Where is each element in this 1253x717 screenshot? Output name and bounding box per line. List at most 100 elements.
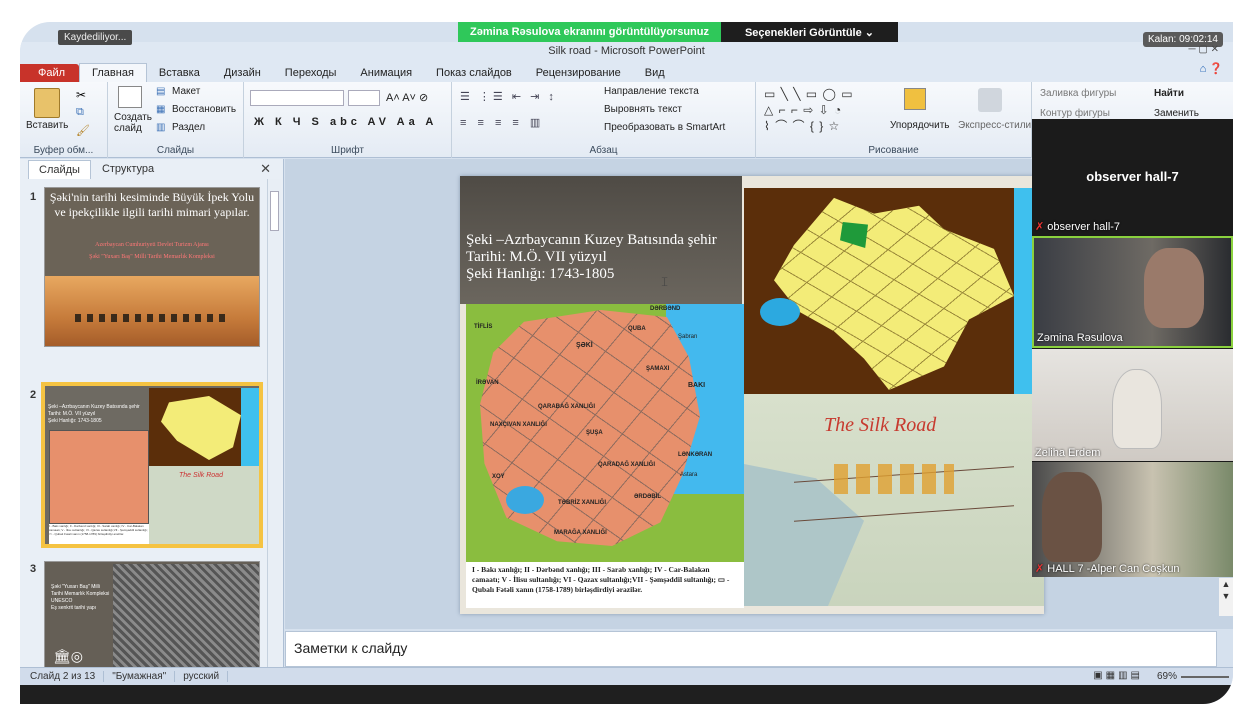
quick-styles-button[interactable]: Экспресс-стили xyxy=(958,120,1031,131)
slide-thumb-3[interactable]: Şəki "Yuxarı Baş" Milli Tarihi Memarlık … xyxy=(44,561,260,667)
view-buttons[interactable]: ▣▦▥▤ xyxy=(1093,670,1143,681)
layout-icon: ▤ xyxy=(156,86,166,97)
new-slide-button[interactable]: Создать слайд xyxy=(114,112,154,134)
video-scroll-control[interactable]: ▲ ▼ xyxy=(1219,578,1233,616)
font-size-select[interactable] xyxy=(348,90,380,106)
shape-fill-button[interactable]: Заливка фигуры xyxy=(1040,88,1116,99)
slides-group-label: Слайды xyxy=(156,145,195,156)
share-status-text: Zəmina Rəsulova ekranını görüntülüyorsun… xyxy=(458,22,721,42)
section-icon: ▥ xyxy=(156,122,166,133)
tab-slideshow[interactable]: Показ слайдов xyxy=(424,64,524,82)
slide-text-block[interactable]: Şeki –Azrbaycanın Kuzey Batısında şehir … xyxy=(466,232,717,283)
label-qaradag: QARADAĞ XANLIĞI xyxy=(598,462,655,468)
video-tile-alper[interactable]: ✗ HALL 7 -Alper Can Coşkun xyxy=(1032,462,1233,577)
video-tile-observer[interactable]: observer hall-7 ✗ observer hall-7 xyxy=(1032,119,1233,235)
window-title: Silk road - Microsoft PowerPoint xyxy=(20,42,1233,60)
paste-icon[interactable] xyxy=(34,88,60,118)
label-quba: QUBA xyxy=(628,326,646,332)
label-maraga: MARAĞA XANLIĞI xyxy=(554,530,607,536)
slide2-thumb-az-shape xyxy=(161,396,241,460)
slide-number-3: 3 xyxy=(30,563,37,575)
help-icon[interactable]: ⌂ ❓ xyxy=(1200,62,1223,75)
quick-styles-icon xyxy=(978,88,1002,112)
replace-button[interactable]: Заменить xyxy=(1154,108,1199,119)
saving-tooltip: Kaydediliyor... xyxy=(58,30,133,45)
slide-counter: Слайд 2 из 13 xyxy=(20,671,105,682)
format-painter-icon[interactable]: 🖌 xyxy=(76,124,90,137)
copy-icon[interactable]: ⧉ xyxy=(76,106,84,119)
scrollbar-thumb[interactable] xyxy=(270,191,279,231)
current-slide[interactable]: Şeki –Azrbaycanın Kuzey Batısında şehir … xyxy=(460,176,1044,614)
slides-panel: Слайды Структура ✕ 1 Şəki'nin tarihi kes… xyxy=(20,159,284,667)
silk-road-city-labels xyxy=(834,464,954,494)
shape-outline-button[interactable]: Контур фигуры xyxy=(1040,108,1110,119)
language-indicator[interactable]: русский xyxy=(175,671,229,682)
tab-transitions[interactable]: Переходы xyxy=(273,64,349,82)
caravan-silhouette xyxy=(75,314,225,322)
text-direction-button[interactable]: Направление текста xyxy=(604,86,699,97)
font-style-buttons[interactable]: Ж К Ч S abc AV Aa A xyxy=(254,116,437,128)
slides-scrollbar[interactable] xyxy=(267,179,281,667)
participant-name-1: Zəmina Rəsulova xyxy=(1037,332,1123,344)
tab-view[interactable]: Вид xyxy=(633,64,677,82)
view-options-button[interactable]: Seçenekleri Görüntüle ⌄ xyxy=(721,22,898,42)
font-group-label: Шрифт xyxy=(331,145,364,156)
label-baki: BAKI xyxy=(688,382,706,389)
layout-button[interactable]: Макет xyxy=(172,86,200,97)
zoom-level[interactable]: 69% xyxy=(1157,671,1177,682)
slide2-thumb-caspian xyxy=(241,388,259,466)
zoom-slider[interactable] xyxy=(1181,676,1229,678)
map-caption: I - Bakı xanlığı; II - Dərbənd xanlığı; … xyxy=(466,562,744,608)
align-buttons[interactable]: ≡ ≡ ≡ ≡ ▥ xyxy=(460,116,544,129)
tab-outline[interactable]: Структура xyxy=(91,159,165,179)
video-tile-zeliha[interactable]: Zeliha Erdem xyxy=(1032,349,1233,461)
panel-tabs: Слайды Структура xyxy=(20,159,283,179)
slide3-thumb-line2: UNESCO xyxy=(51,598,73,604)
window-controls[interactable]: ─ ▢ ✕ xyxy=(1189,44,1219,55)
font-name-select[interactable] xyxy=(250,90,344,106)
observer-name-large: observer hall-7 xyxy=(1086,169,1179,184)
grow-shrink-font[interactable]: A˄ A˅ ⊘ xyxy=(386,91,428,104)
slide-thumb-2[interactable]: Şeki –Azrbaycanın Kuzey Batısında şehir … xyxy=(41,382,263,548)
new-slide-icon[interactable] xyxy=(118,86,142,108)
smartart-button[interactable]: Преобразовать в SmartArt xyxy=(604,122,725,133)
drawing-group-label: Рисование xyxy=(868,145,919,156)
tab-animation[interactable]: Анимация xyxy=(348,64,424,82)
arrange-button[interactable]: Упорядочить xyxy=(890,120,950,131)
tab-insert[interactable]: Вставка xyxy=(147,64,212,82)
align-text-button[interactable]: Выровнять текст xyxy=(604,104,682,115)
tab-slides[interactable]: Слайды xyxy=(28,160,91,179)
silk-road-title: The Silk Road xyxy=(824,414,937,436)
label-sheki: ŞƏKİ xyxy=(576,342,593,349)
slide3-thumb-line1: Şəki "Yuxarı Baş" Milli Tarihi Memarlık … xyxy=(51,584,110,597)
theme-name[interactable]: "Бумажная" xyxy=(104,671,176,682)
cut-icon[interactable]: ✂ xyxy=(76,88,86,102)
label-tebriz: TƏBRİZ XANLIĞI xyxy=(558,500,607,506)
silk-road-map: The Silk Road xyxy=(744,394,1044,606)
section-button[interactable]: Раздел xyxy=(172,122,205,133)
lake-shape xyxy=(760,298,800,326)
slide-notes-input[interactable]: Заметки к слайду xyxy=(285,631,1217,667)
label-qarabag: QARABAĞ XANLIĞI xyxy=(538,404,595,410)
paste-button[interactable]: Вставить xyxy=(26,120,68,131)
tab-home[interactable]: Главная xyxy=(79,63,147,82)
muted-mic-icon: ✗ xyxy=(1035,563,1045,575)
camel-caravan-image xyxy=(45,276,259,346)
list-buttons[interactable]: ☰ ⋮☰ ⇤ ⇥ ↕ xyxy=(460,90,557,103)
meeting-toolbar xyxy=(20,685,1233,704)
tab-design[interactable]: Дизайн xyxy=(212,64,273,82)
clipboard-group: Вставить ✂ ⧉ 🖌 Буфер обм... xyxy=(20,82,108,158)
participant-name-3: HALL 7 -Alper Can Coşkun xyxy=(1047,563,1180,575)
label-irevan: İRƏVAN xyxy=(476,380,499,386)
find-button[interactable]: Найти xyxy=(1154,88,1184,99)
slide-text-line1: Şeki –Azrbaycanın Kuzey Batısında şehir xyxy=(466,232,717,248)
label-xoy: XOY xyxy=(492,474,505,480)
tab-file[interactable]: Файл xyxy=(20,64,80,82)
close-icon[interactable]: ✕ xyxy=(260,161,271,177)
label-shamakhi: ŞAMAXI xyxy=(646,366,670,372)
tab-review[interactable]: Рецензирование xyxy=(524,64,633,82)
video-tile-zemina[interactable]: Zəmina Rəsulova xyxy=(1032,236,1233,348)
reset-button[interactable]: Восстановить xyxy=(172,104,236,115)
shapes-gallery[interactable]: ▭ ╲ ╲ ▭ ◯ ▭ △ ⌐ ⌐ ⇨ ⇩ ◔ ⌇ ⌒ ⌒ { } ☆ xyxy=(764,86,854,134)
slide-thumb-1[interactable]: Şəki'nin tarihi kesiminde Büyük İpek Yol… xyxy=(44,187,260,347)
